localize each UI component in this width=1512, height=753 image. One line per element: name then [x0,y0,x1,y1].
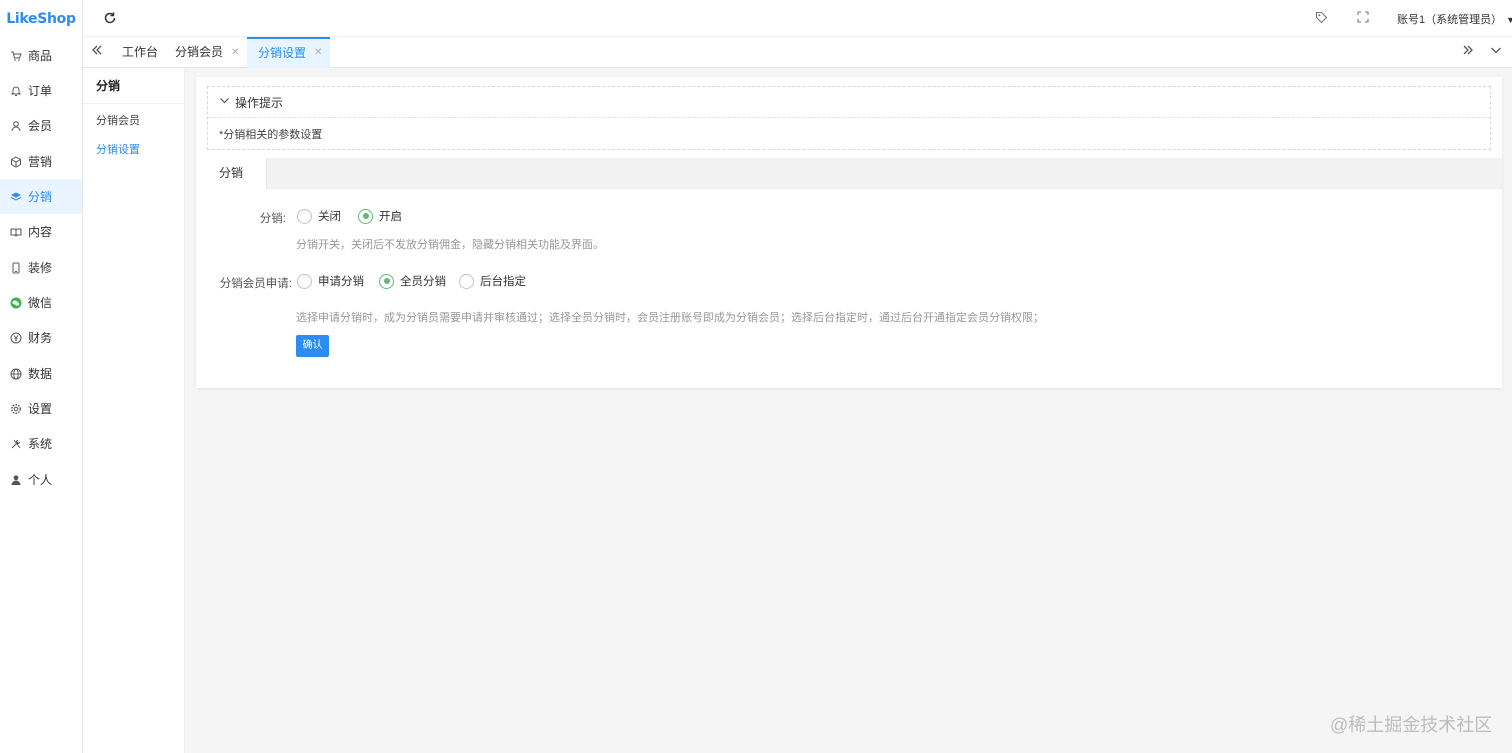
logo[interactable]: LikeShop [0,0,82,38]
tips-title: 操作提示 [235,95,284,110]
nav-label: 内容 [28,225,53,239]
subnav-item-distribution-settings[interactable]: 分销设置 [83,135,184,165]
field-hint-member-apply: 选择申请分销时，成为分销员需要申请并审核通过；选择全员分销时，会员注册账号即成为… [296,312,1044,324]
account-name: 账号1（系统管理员） [1397,14,1503,26]
nav-label: 财务 [28,331,53,345]
content-tabs: 分销 [196,158,1502,189]
left-nav: LikeShop 商品 订单 会员 营销 分销 内容 装修 微信 财务 数据 设… [0,0,83,753]
nav-item-content[interactable]: 内容 [0,214,82,249]
tabs-bar: 工作台 分销会员 ✕ 分销设置 ✕ [83,37,1512,68]
cart-icon [10,50,22,62]
account-menu[interactable]: 账号1（系统管理员） ▼ [1397,11,1512,27]
radio-circle [358,208,373,224]
radio-label: 申请分销 [318,276,364,288]
tabs-scroll-right-icon[interactable] [1461,43,1475,61]
subnav-item-distribution-members[interactable]: 分销会员 [83,106,184,136]
radio-label: 后台指定 [480,276,526,288]
tab-label: 分销会员 [175,45,224,59]
tabs-dropdown-icon[interactable] [1489,43,1503,61]
nav-item-wechat[interactable]: 微信 [0,285,82,320]
radio-label: 关闭 [318,211,341,223]
field-label-distribution: 分销: [259,213,286,225]
radio-label: 开启 [379,211,402,223]
nav-label: 营销 [28,155,53,169]
nav-label: 设置 [28,402,53,416]
radio-apply[interactable]: 申请分销 [297,273,364,289]
radio-admin-assign[interactable]: 后台指定 [459,273,526,289]
field-hint-distribution: 分销开关，关闭后不发放分销佣金，隐藏分销相关功能及界面。 [296,239,604,251]
nav-item-goods[interactable]: 商品 [0,38,82,73]
nav-item-data[interactable]: 数据 [0,356,82,391]
nav-label: 分销 [28,190,53,204]
field-label-member-apply: 分销会员申请: [219,278,292,290]
book-icon [10,226,22,238]
nav-label: 商品 [28,49,53,63]
nav-label: 装修 [28,261,53,275]
nav-item-settings[interactable]: 设置 [0,391,82,426]
phone-icon [10,262,22,274]
tab-label: 分销设置 [258,46,307,60]
gear-icon [10,403,22,415]
yen-icon [10,332,22,344]
globe-icon [10,368,22,380]
tips-body: *分销相关的参数设置 [219,129,323,141]
tips-panel: 操作提示 *分销相关的参数设置 [207,86,1491,150]
nav-label: 数据 [28,367,53,381]
tab-label: 工作台 [122,45,159,59]
content-card: 操作提示 *分销相关的参数设置 分销 分销: 关闭 开启 分销开关，关闭后不发放… [196,77,1502,388]
radio-on[interactable]: 开启 [358,208,402,224]
tag-icon[interactable] [1314,11,1328,25]
nav-label: 系统 [28,437,53,451]
top-header: 账号1（系统管理员） ▼ [83,0,1512,37]
radio-circle [459,273,474,289]
tab-distribution-members[interactable]: 分销会员 ✕ [175,37,245,68]
nav-item-distribution[interactable]: 分销 [0,179,82,214]
sub-nav: 分销 分销会员 分销设置 [83,68,185,753]
subnav-title: 分销 [83,68,184,104]
chevron-down-icon [219,95,230,109]
tab-workbench[interactable]: 工作台 [122,37,158,68]
wechat-icon [10,297,22,309]
close-icon[interactable]: ✕ [231,37,239,68]
person-icon [10,474,22,486]
radio-circle [297,273,312,289]
tab-distribution[interactable]: 分销 [196,158,267,189]
nav-item-orders[interactable]: 订单 [0,73,82,108]
nav-item-decoration[interactable]: 装修 [0,250,82,285]
radio-circle [297,208,312,224]
radio-label: 全员分销 [400,276,446,288]
nav-label: 微信 [28,296,53,310]
cube-icon [10,155,22,168]
layers-icon [10,191,22,203]
nav-item-system[interactable]: 系统 [0,426,82,461]
user-icon [10,120,22,132]
fullscreen-icon[interactable] [1356,11,1370,25]
tab-distribution-settings[interactable]: 分销设置 ✕ [247,37,330,68]
radio-circle [379,273,394,289]
nav-label: 会员 [28,119,53,133]
nav-label: 个人 [28,473,53,487]
nav-item-members[interactable]: 会员 [0,108,82,143]
watermark: @稀土掘金技术社区 [1330,715,1493,735]
close-icon[interactable]: ✕ [314,39,322,67]
nav-item-finance[interactable]: 财务 [0,320,82,355]
nav-item-marketing[interactable]: 营销 [0,144,82,179]
caret-down-icon: ▼ [1506,15,1512,25]
nav-label: 订单 [28,84,53,98]
radio-off[interactable]: 关闭 [297,208,341,224]
confirm-button[interactable]: 确认 [296,335,329,357]
radio-all-members[interactable]: 全员分销 [379,273,446,289]
tabs-scroll-left-icon[interactable] [90,43,104,61]
tips-toggle[interactable]: 操作提示 [208,87,1490,118]
refresh-icon[interactable] [103,11,117,25]
bell-icon [10,85,22,97]
nav-item-personal[interactable]: 个人 [0,462,82,497]
tools-icon [10,438,22,450]
